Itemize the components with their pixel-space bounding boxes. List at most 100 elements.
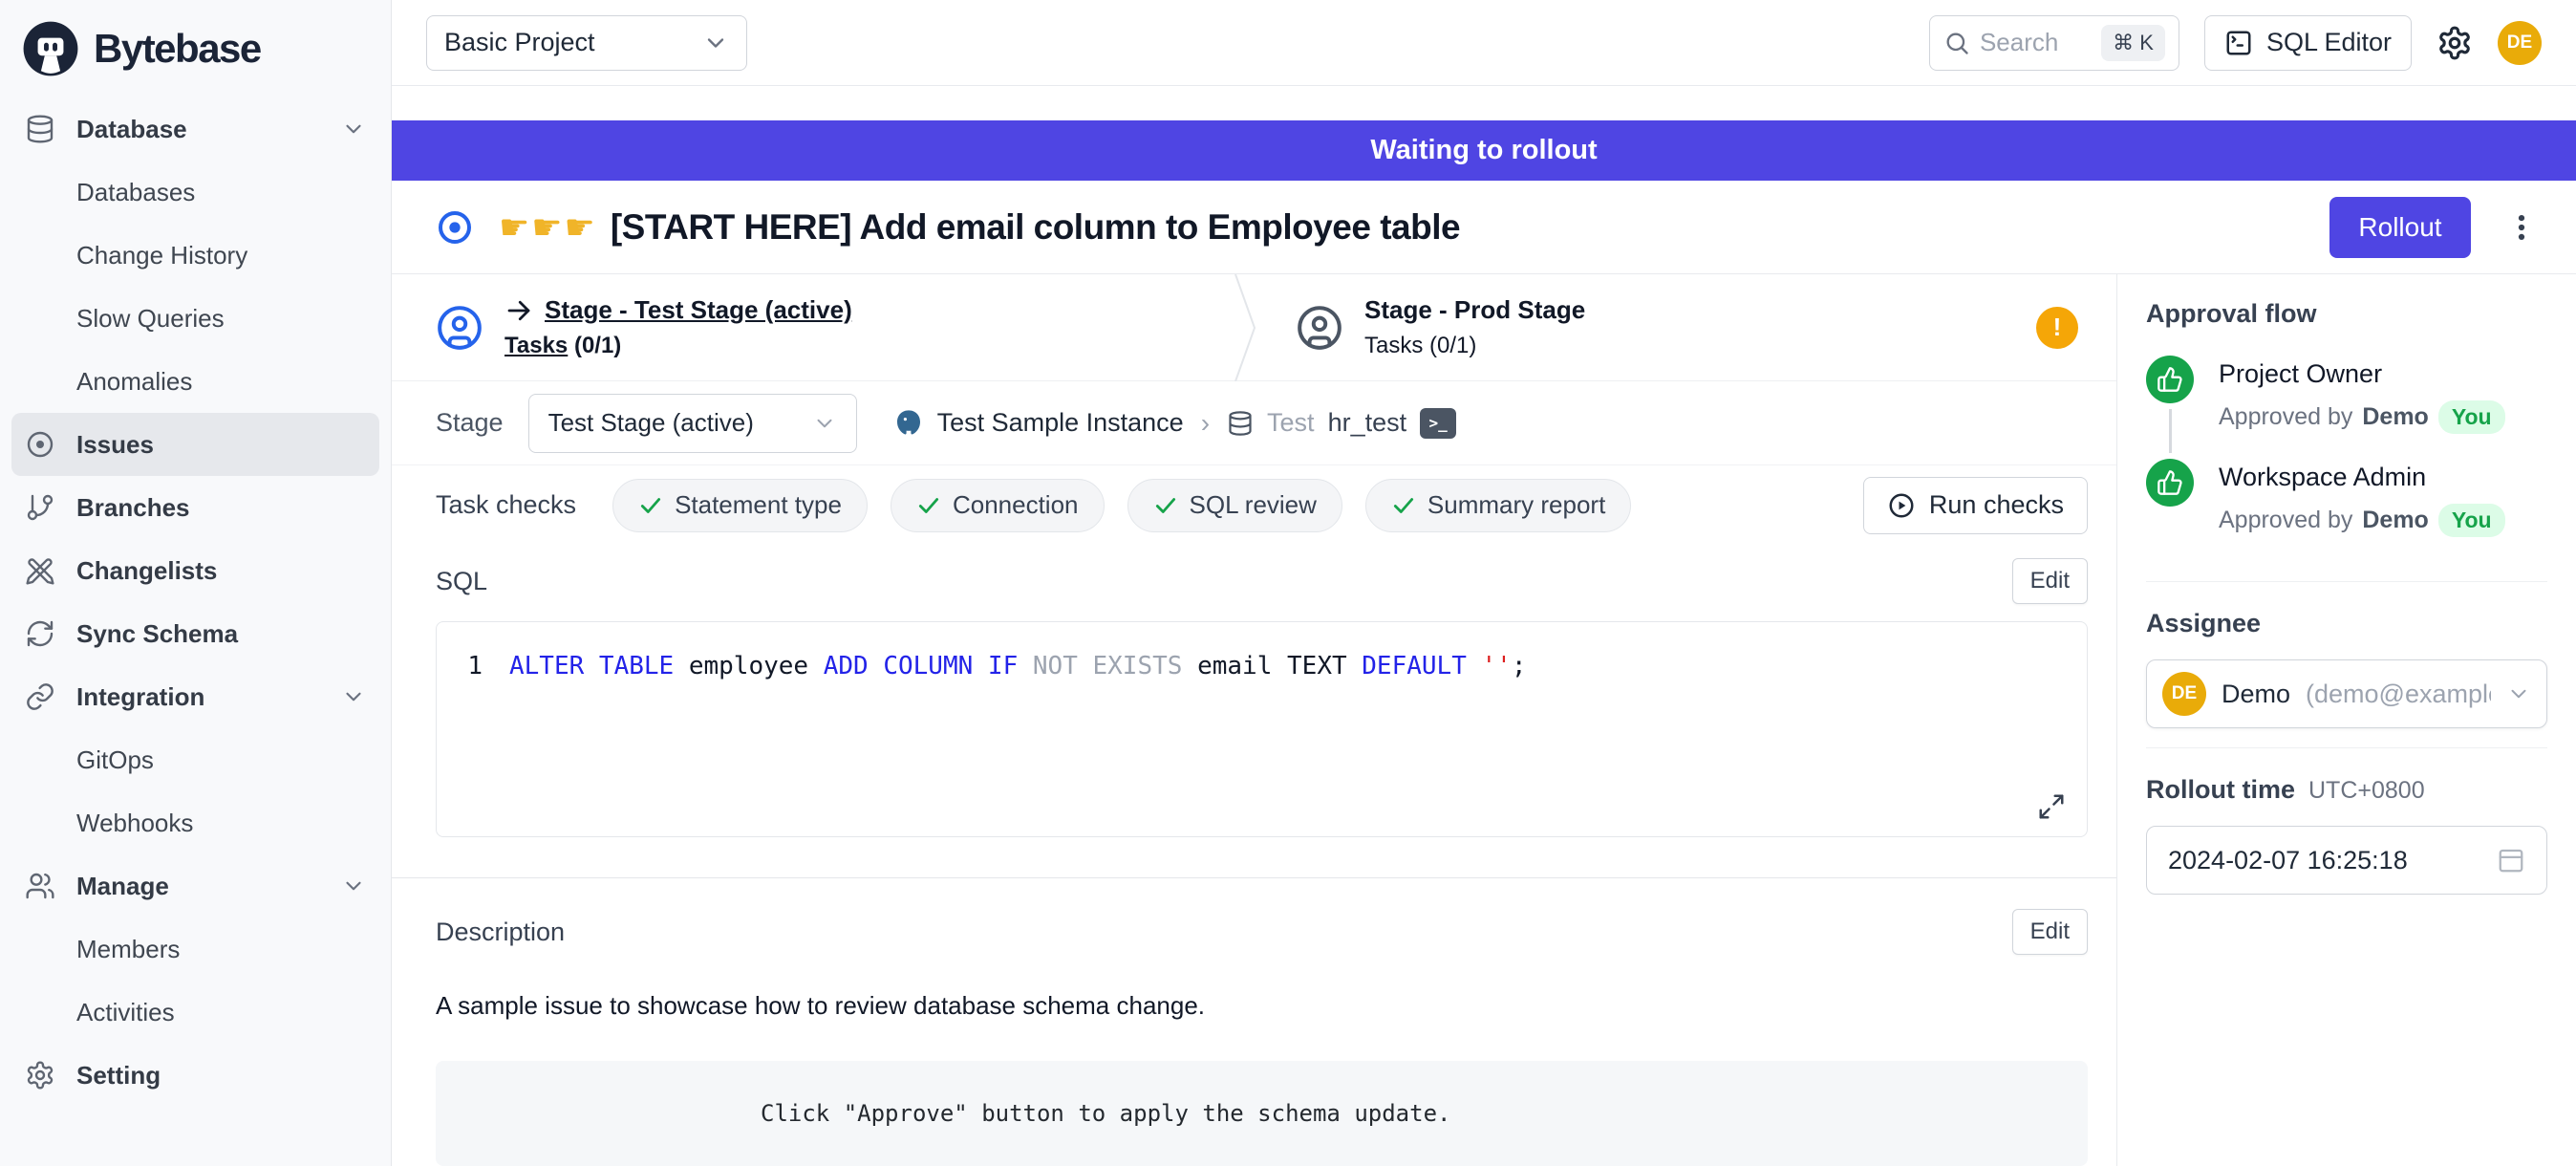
sidebar-item-branches[interactable]: Branches xyxy=(11,476,379,539)
sql-section: SQL Edit 1 ALTER TABLE employee ADD COLU… xyxy=(392,545,2116,837)
stage-selector-row: Stage Test Stage (active) Test Sample I xyxy=(392,381,2116,465)
approval-role: Workspace Admin xyxy=(2219,463,2505,492)
you-badge: You xyxy=(2438,400,2505,434)
you-badge: You xyxy=(2438,504,2505,537)
sql-edit-button[interactable]: Edit xyxy=(2012,558,2088,604)
sidebar-item-manage[interactable]: Manage xyxy=(11,854,379,918)
task-check-chip-connection[interactable]: Connection xyxy=(891,479,1105,532)
expand-icon[interactable] xyxy=(2037,792,2066,821)
sidebar-item-gitops[interactable]: GitOps xyxy=(11,728,379,791)
sidebar-item-issues[interactable]: Issues xyxy=(11,413,379,476)
issue-sidebar: Approval flow Project OwnerApproved byDe… xyxy=(2116,274,2576,1166)
sidebar-item-changelists[interactable]: Changelists xyxy=(11,539,379,602)
sql-code-line: 1 ALTER TABLE employee ADD COLUMN IF NOT… xyxy=(437,647,2087,685)
stage-separator xyxy=(1233,274,1257,380)
banner-gap xyxy=(392,86,2576,120)
task-check-label: Summary report xyxy=(1428,490,1605,520)
git-branch-icon xyxy=(25,492,55,523)
sidebar-item-webhooks[interactable]: Webhooks xyxy=(11,791,379,854)
users-icon xyxy=(25,871,55,901)
sidebar-item-database[interactable]: Database xyxy=(11,97,379,161)
bytebase-logo[interactable]: Bytebase xyxy=(0,0,391,92)
stage-tab-test-tasks: Tasks xyxy=(504,333,568,358)
sidebar-item-label: Issues xyxy=(76,430,154,460)
stage-select[interactable]: Test Stage (active) xyxy=(528,394,857,453)
sidebar-item-members[interactable]: Members xyxy=(11,918,379,981)
assignee-select[interactable]: DE Demo (demo@example xyxy=(2146,659,2547,728)
approval-step-project-owner: Project OwnerApproved byDemoYou xyxy=(2146,356,2547,459)
sidebar-item-activities[interactable]: Activities xyxy=(11,981,379,1044)
chevron-down-icon xyxy=(2506,681,2531,706)
task-check-chip-summary-report[interactable]: Summary report xyxy=(1365,479,1631,532)
refresh-icon xyxy=(25,618,55,649)
sql-token: NOT EXISTS xyxy=(1033,652,1183,680)
stage-tab-test-tasks-count: (0/1) xyxy=(574,333,621,358)
check-icon xyxy=(1153,493,1178,518)
sidebar-item-label: Sync Schema xyxy=(76,619,238,649)
sql-code-editor[interactable]: 1 ALTER TABLE employee ADD COLUMN IF NOT… xyxy=(436,621,2088,837)
check-icon xyxy=(916,493,941,518)
open-in-sql-editor-icon[interactable]: >_ xyxy=(1420,408,1456,439)
task-check-chip-sql-review[interactable]: SQL review xyxy=(1127,479,1342,532)
instance-name[interactable]: Test Sample Instance xyxy=(937,408,1184,438)
stage-tab-test[interactable]: Stage - Test Stage (active) Tasks (0/1) xyxy=(392,274,1233,380)
stage-tab-prod-tasks: Tasks xyxy=(1364,333,1423,358)
sidebar-item-change-history[interactable]: Change History xyxy=(11,224,379,287)
search-icon xyxy=(1943,30,1970,56)
approved-by-text: Approved by xyxy=(2219,507,2352,534)
sidebar-item-label: Change History xyxy=(76,241,247,270)
approval-role: Project Owner xyxy=(2219,359,2505,389)
sidebar-item-integration[interactable]: Integration xyxy=(11,665,379,728)
sidebar-item-slow-queries[interactable]: Slow Queries xyxy=(11,287,379,350)
sidebar-item-label: Manage xyxy=(76,872,169,901)
rollout-time-input[interactable]: 2024-02-07 16:25:18 xyxy=(2146,826,2547,895)
sql-token: DEFAULT xyxy=(1362,652,1467,680)
sidebar-item-label: Activities xyxy=(76,998,175,1027)
assignee-email: (demo@example xyxy=(2306,680,2491,709)
gear-icon xyxy=(25,1060,55,1090)
stage-tab-prod[interactable]: Stage - Prod Stage Tasks (0/1) ! xyxy=(1257,274,2116,380)
sidebar-item-label: Changelists xyxy=(76,556,217,586)
stage-label: Stage xyxy=(436,408,504,438)
thumbs-up-icon xyxy=(2146,459,2194,507)
sidebar-item-sync-schema[interactable]: Sync Schema xyxy=(11,602,379,665)
approval-step-iconcol xyxy=(2146,356,2194,459)
task-checks-row: Task checks Statement typeConnectionSQL … xyxy=(392,465,2116,545)
warning-badge: ! xyxy=(2036,307,2078,349)
user-avatar[interactable]: DE xyxy=(2498,21,2542,65)
sidebar: Bytebase DatabaseDatabases Change History… xyxy=(0,0,392,1166)
sidebar-item-databases[interactable]: Databases xyxy=(11,161,379,224)
sql-token: ADD COLUMN IF xyxy=(824,652,1019,680)
sidebar-item-setting[interactable]: Setting xyxy=(11,1044,379,1107)
run-checks-button[interactable]: Run checks xyxy=(1863,477,2088,534)
pointer-emoji: ☛☛☛ xyxy=(499,207,597,248)
database-name[interactable]: hr_test xyxy=(1328,408,1407,438)
issue-main-column: Stage - Test Stage (active) Tasks (0/1) xyxy=(392,274,2116,1166)
chevron-down-icon xyxy=(702,30,729,56)
main-area: Basic Project Search ⌘ K SQL E xyxy=(392,0,2576,1166)
issue-status-icon xyxy=(436,208,474,247)
task-check-chip-statement-type[interactable]: Statement type xyxy=(612,479,868,532)
sidebar-item-label: Webhooks xyxy=(76,809,193,838)
project-selector-value: Basic Project xyxy=(444,28,595,57)
search-input[interactable]: Search ⌘ K xyxy=(1929,15,2179,71)
calendar-icon[interactable] xyxy=(2497,846,2525,874)
task-check-label: Connection xyxy=(953,490,1079,520)
sql-token xyxy=(1018,652,1033,680)
sql-token: ; xyxy=(1512,652,1527,680)
sidebar-item-label: Setting xyxy=(76,1061,161,1090)
stage-tab-prod-texts: Stage - Prod Stage Tasks (0/1) xyxy=(1364,295,1585,359)
rollout-time-section: Rollout time UTC+0800 2024-02-07 16:25:1… xyxy=(2146,747,2547,895)
more-options-icon[interactable] xyxy=(2505,211,2538,244)
project-selector[interactable]: Basic Project xyxy=(426,15,747,71)
topbar: Basic Project Search ⌘ K SQL E xyxy=(392,0,2576,86)
rollout-button[interactable]: Rollout xyxy=(2329,197,2471,258)
sql-editor-button[interactable]: SQL Editor xyxy=(2204,15,2412,71)
rollout-timezone: UTC+0800 xyxy=(2308,777,2425,805)
pencils-icon xyxy=(25,555,55,586)
check-icon xyxy=(638,493,663,518)
description-edit-button[interactable]: Edit xyxy=(2012,909,2088,955)
settings-gear-icon[interactable] xyxy=(2436,25,2473,61)
assignee-section: Assignee DE Demo (demo@example xyxy=(2146,581,2547,728)
sidebar-item-anomalies[interactable]: Anomalies xyxy=(11,350,379,413)
